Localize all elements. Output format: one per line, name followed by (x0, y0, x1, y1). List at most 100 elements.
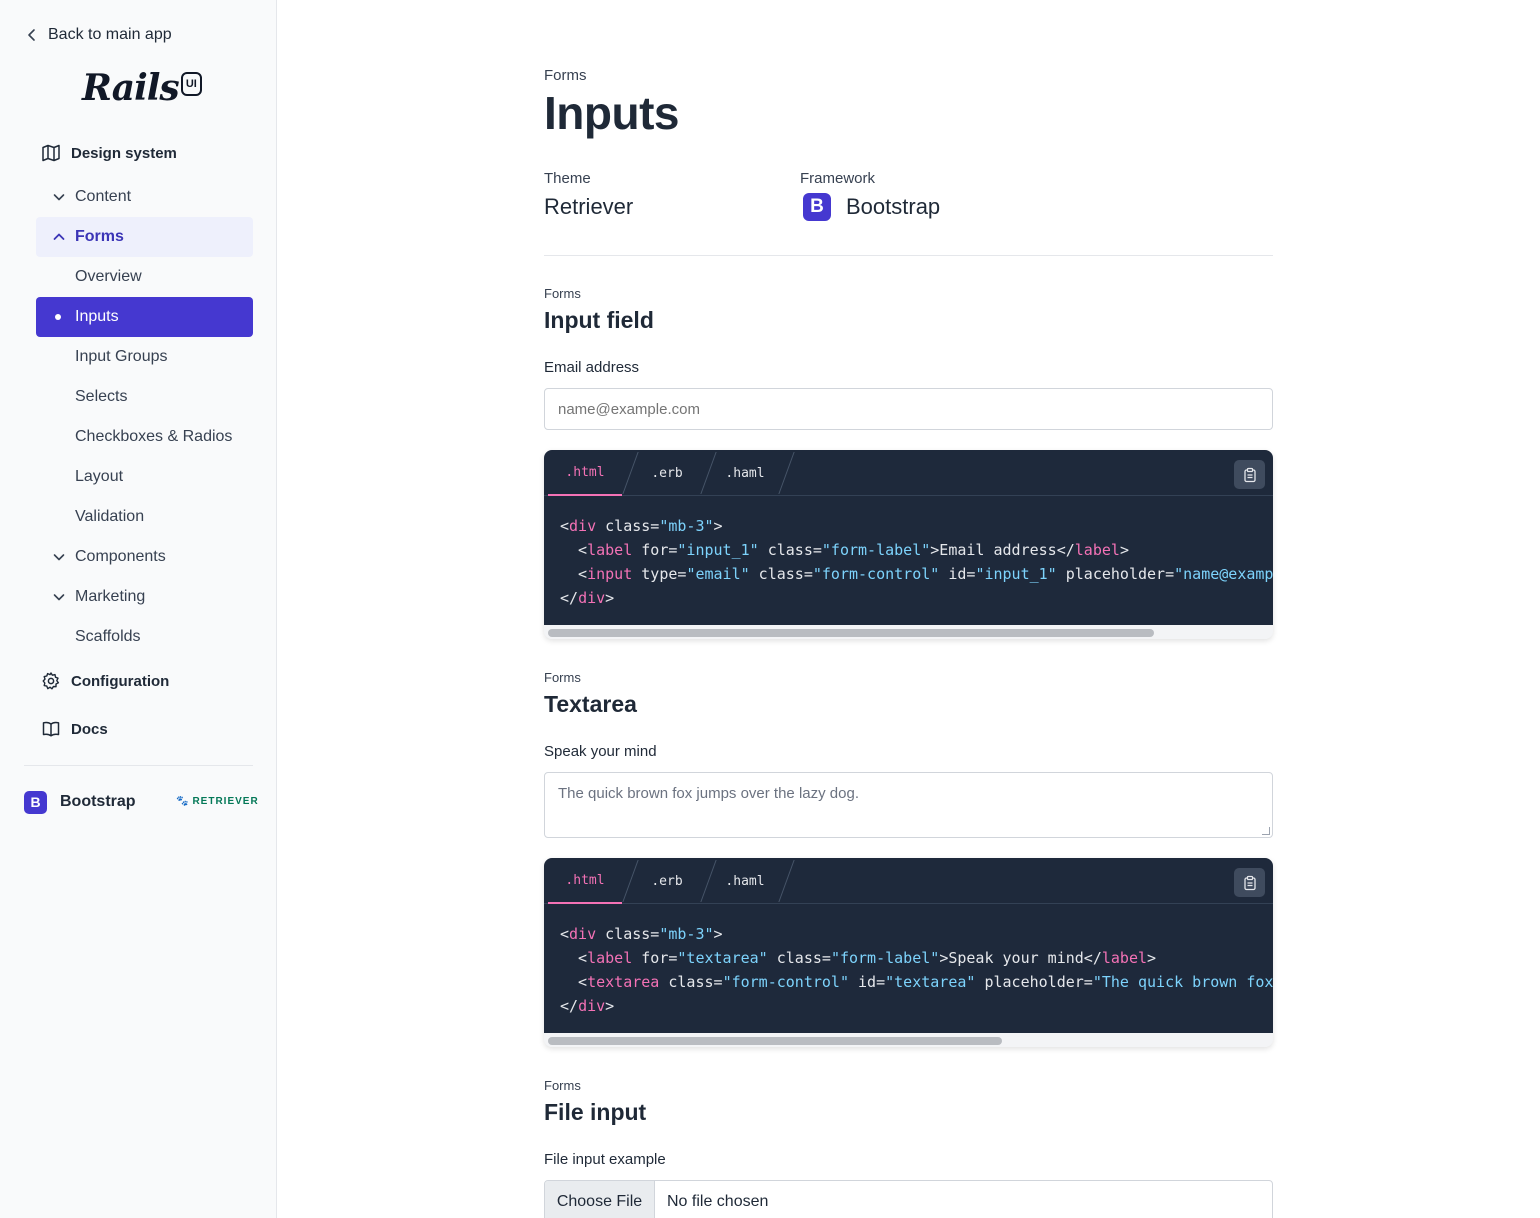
code-text: < (560, 541, 588, 559)
copy-button[interactable] (1234, 460, 1265, 489)
rails-ui-logo[interactable]: Rails UI (82, 66, 202, 114)
code-tag: div (569, 925, 597, 943)
code-tabs: .html .erb .haml (544, 450, 1273, 496)
code-text: for= (632, 949, 678, 967)
nav-item-scaffolds[interactable]: Scaffolds (36, 617, 253, 657)
nav-group-marketing[interactable]: Marketing (36, 577, 253, 617)
code-text: placeholder= (975, 973, 1093, 991)
code-text: < (560, 517, 570, 535)
code-scrollbar[interactable] (544, 1033, 1273, 1047)
tab-html[interactable]: .html (548, 450, 622, 496)
nav-item-layout[interactable]: Layout (36, 457, 253, 497)
code-text: >Speak your mind</ (939, 949, 1102, 967)
nav-item-selects[interactable]: Selects (36, 377, 253, 417)
section-eyebrow: Forms (544, 286, 581, 301)
code-text: id= (939, 565, 976, 583)
back-to-main-app-label: Back to main app (48, 26, 172, 43)
code-text: > (713, 517, 723, 535)
resize-handle[interactable] (1262, 827, 1270, 835)
code-text: </ (560, 997, 579, 1015)
code-string: "input_1" (677, 541, 759, 559)
nav-configuration[interactable]: Configuration (36, 667, 169, 695)
section-eyebrow: Forms (544, 1078, 581, 1093)
nav-group-forms[interactable]: Forms (36, 217, 253, 257)
nav-group-content[interactable]: Content (36, 177, 253, 217)
code-string: "form-control" (812, 565, 940, 583)
code-tabs: .html .erb .haml (544, 858, 1273, 904)
email-input[interactable] (544, 388, 1273, 430)
code-text: class= (749, 565, 813, 583)
nav-item-label: Layout (75, 468, 124, 485)
tab-haml[interactable]: .haml (710, 450, 780, 496)
theme-label: Theme (544, 170, 591, 187)
nav-docs[interactable]: Docs (36, 715, 108, 743)
clipboard-icon (1243, 467, 1256, 482)
code-string: "textarea" (677, 949, 768, 967)
tab-erb[interactable]: .erb (632, 450, 702, 496)
code-line: <input type="email" class="form-control"… (560, 562, 1273, 586)
nav-docs-label: Docs (71, 720, 108, 738)
code-string: "The quick brown fox jumps over the lazy… (1092, 973, 1273, 991)
chevron-up-icon (53, 233, 65, 240)
nav-item-label: Selects (75, 388, 128, 405)
chevron-down-icon (53, 194, 65, 201)
code-text: > (605, 997, 615, 1015)
nav-group-components[interactable]: Components (36, 537, 253, 577)
choose-file-button[interactable]: Choose File (545, 1181, 655, 1218)
back-to-main-app-link[interactable]: Back to main app (24, 24, 172, 46)
nav-item-checkboxes-radios[interactable]: Checkboxes & Radios (36, 417, 253, 457)
paw-icon: 🐾 (176, 796, 190, 807)
gear-icon (42, 672, 60, 690)
sidebar-theme-name: RETRIEVER (192, 796, 259, 807)
code-text: class= (767, 949, 831, 967)
code-scrollbar[interactable] (544, 625, 1273, 639)
speak-textarea[interactable]: The quick brown fox jumps over the lazy … (544, 772, 1273, 838)
nav-item-overview[interactable]: Overview (36, 257, 253, 297)
email-label: Email address (544, 359, 640, 376)
code-line: <div class="mb-3"> (560, 922, 1273, 946)
code-text: > (1147, 949, 1157, 967)
copy-button[interactable] (1234, 868, 1265, 897)
scrollbar-thumb[interactable] (548, 629, 1154, 637)
bootstrap-icon: B (800, 193, 834, 221)
code-text: for= (632, 541, 678, 559)
section-title-input-field: Input field (544, 307, 654, 333)
code-tag: div (569, 517, 597, 535)
sidebar-framework-name: Bootstrap (60, 793, 136, 810)
sidebar-divider (24, 765, 253, 766)
code-text: type= (632, 565, 687, 583)
nav-group-components-label: Components (75, 548, 166, 565)
tab-html[interactable]: .html (548, 858, 622, 904)
nav-item-label: Validation (75, 508, 145, 525)
code-line: <label for="textarea" class="form-label"… (560, 946, 1273, 970)
bootstrap-icon: B (24, 790, 47, 814)
scrollbar-thumb[interactable] (548, 1037, 1002, 1045)
code-text: </ (560, 589, 579, 607)
code-line: </div> (560, 994, 1273, 1018)
code-tag: label (1074, 541, 1120, 559)
code-tag: label (1101, 949, 1148, 967)
file-input[interactable]: Choose File No file chosen (544, 1180, 1273, 1218)
nav-item-input-groups[interactable]: Input Groups (36, 337, 253, 377)
code-text: < (560, 565, 588, 583)
nav-item-inputs[interactable]: Inputs (36, 297, 253, 337)
code-tag: label (587, 541, 633, 559)
tab-erb[interactable]: .erb (632, 858, 702, 904)
nav-item-validation[interactable]: Validation (36, 497, 253, 537)
tab-separator (778, 452, 795, 494)
code-string: "email" (686, 565, 750, 583)
code-block-textarea: .html .erb .haml <div class="mb-3"> <lab… (544, 858, 1273, 1047)
nav-item-label: Overview (75, 268, 142, 285)
book-icon (42, 721, 60, 737)
code-line: <label for="input_1" class="form-label">… (560, 538, 1273, 562)
nav-design-system[interactable]: Design system (36, 139, 177, 167)
code-content: <div class="mb-3"> <label for="textarea"… (544, 904, 1273, 1033)
section-eyebrow: Forms (544, 670, 581, 685)
code-block-input: .html .erb .haml <div class="mb-3"> <lab… (544, 450, 1273, 639)
tab-haml[interactable]: .haml (710, 858, 780, 904)
code-string: "input_1" (975, 565, 1057, 583)
logo-ui-badge: UI (180, 72, 202, 96)
nav-item-label: Input Groups (75, 348, 168, 365)
code-text: > (605, 589, 615, 607)
code-text: id= (849, 973, 886, 991)
